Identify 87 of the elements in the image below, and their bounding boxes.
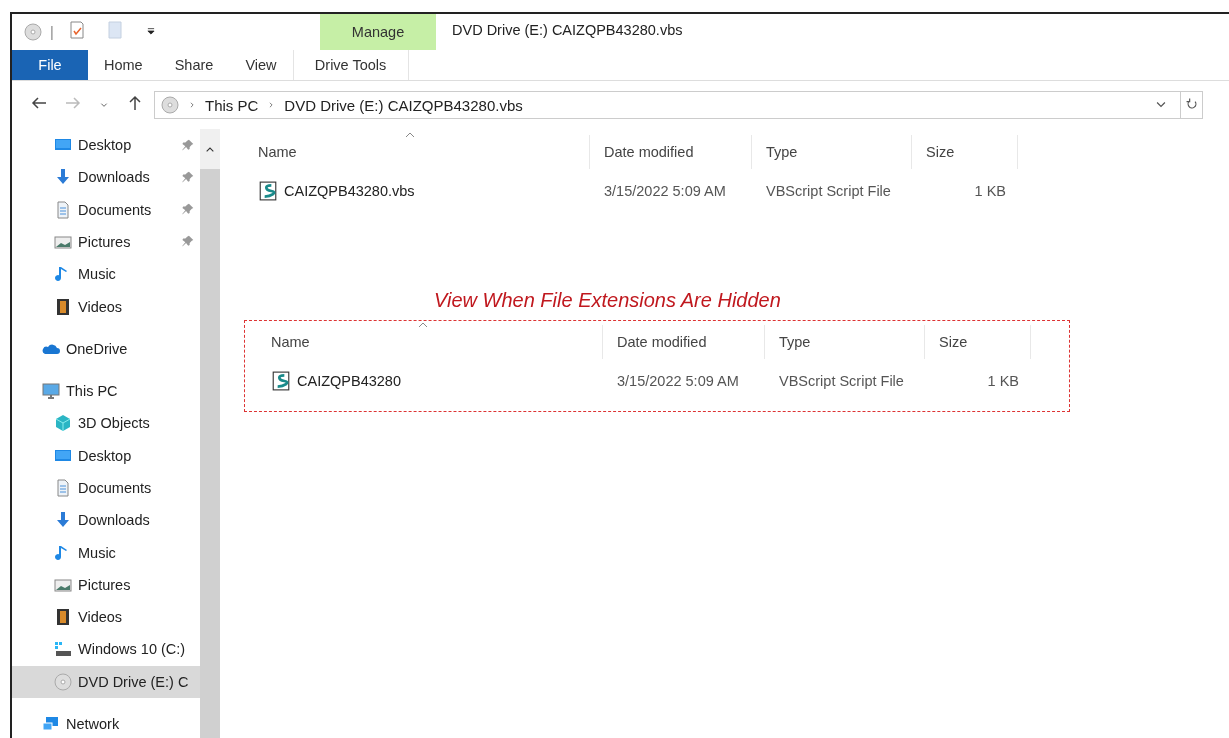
hard-drive-icon [54,640,72,659]
column-header[interactable]: Size [925,325,1031,359]
date-cell-text: 3/15/2022 5:09 AM [603,183,727,199]
pin-icon [181,170,194,184]
column-header[interactable]: Type [765,325,925,359]
pin-icon [181,235,194,249]
refresh-icon [1184,96,1199,111]
pin-icon [181,203,194,217]
nav-label: Documents [78,201,152,218]
disc-icon [161,96,179,114]
nav-label: DVD Drive (E:) C [78,673,189,690]
scrollbar[interactable] [200,129,220,738]
nav-item[interactable]: Documents [12,471,200,505]
nav-label: Music [78,266,116,283]
nav-item[interactable]: Desktop [12,439,200,472]
document-icon [54,478,72,497]
breadcrumb[interactable]: DVD Drive (E:) CAIZQPB43280.vbs [284,96,523,114]
page-icon [105,20,124,39]
film-icon [54,297,72,316]
nav-item[interactable]: OneDrive [12,332,200,365]
nav-item[interactable]: Videos [12,290,200,323]
nav-label: Downloads [78,169,150,186]
nav-label: Videos [78,609,123,626]
column-header[interactable]: Name [244,135,590,169]
nav-label: Network [66,715,120,732]
disc-icon [54,672,72,691]
nav-label: Windows 10 (C:) [78,641,186,658]
nav-item[interactable]: Network [12,707,200,738]
ribbon-tab[interactable]: Drive Tools [292,50,409,80]
column-header[interactable]: Name [257,325,603,359]
script-file-icon [271,371,291,391]
window-title: DVD Drive (E:) CAIZQPB43280.vbs [451,21,683,40]
date-cell-text: 3/15/2022 5:09 AM [616,373,740,389]
nav-item[interactable]: Pictures [12,225,200,259]
breadcrumb[interactable]: This PC [205,96,259,114]
nav-label: Pictures [78,234,131,250]
nav-label: Documents [78,479,152,496]
scroll-up-button[interactable] [200,129,220,169]
pin-icon [181,138,194,152]
disc-icon [24,23,42,41]
annotation-caption: View When File Extensions Are Hidden [434,289,782,312]
nav-item[interactable]: 3D Objects [12,407,200,440]
nav-item[interactable]: Downloads [12,161,200,194]
document-icon [54,200,72,219]
column-header[interactable]: Date modified [603,325,765,359]
film-icon [54,608,72,627]
nav-label: Videos [78,298,123,315]
nav-item[interactable]: Videos [12,600,200,634]
nav-label: OneDrive [66,340,128,357]
nav-item[interactable]: Pictures [12,568,200,601]
file-name: CAIZQPB43280 [297,373,401,389]
column-header[interactable]: Type [752,135,912,169]
nav-item[interactable]: Downloads [12,504,200,537]
nav-item[interactable]: Documents [12,193,200,226]
size-cell-text: 1 KB [973,183,1007,199]
nav-label: This PC [66,383,118,400]
nav-item[interactable]: This PC [12,374,200,408]
cube-icon [54,414,72,433]
picture-icon [54,233,72,251]
nav-item[interactable]: Desktop [12,129,200,162]
nav-label: Pictures [78,576,131,593]
nav-item[interactable]: Music [12,258,200,291]
nav-label: Desktop [78,447,132,464]
separator-glyph: | [50,24,54,40]
ribbon-tab[interactable]: File [12,50,88,80]
type-cell-text: VBScript Script File [778,373,905,389]
computer-icon [42,382,60,401]
type-cell-text: VBScript Script File [765,183,892,199]
nav-label: 3D Objects [78,415,150,432]
nav-item[interactable]: Windows 10 (C:) [12,633,200,666]
column-header[interactable]: Date modified [590,135,752,169]
nav-item[interactable]: Music [12,536,200,569]
context-tab-group: Manage [320,14,436,50]
address-bar[interactable]: This PC DVD Drive (E:) CAIZQPB43280.vbs [154,91,1203,119]
nav-label: Music [78,544,116,561]
file-name: CAIZQPB43280.vbs [284,183,415,199]
size-cell-text: 1 KB [986,373,1020,389]
ribbon-tab[interactable]: Share [158,50,230,80]
nav-label: Downloads [78,512,150,529]
nav-label: Desktop [78,137,132,154]
column-header[interactable]: Size [912,135,1018,169]
ribbon-tab[interactable]: View [229,50,293,80]
ribbon-tab[interactable]: Home [88,50,159,80]
script-file-icon [258,181,278,201]
nav-item[interactable]: DVD Drive (E:) C [12,665,200,698]
checklist-icon [67,20,86,39]
network-icon [42,714,60,733]
